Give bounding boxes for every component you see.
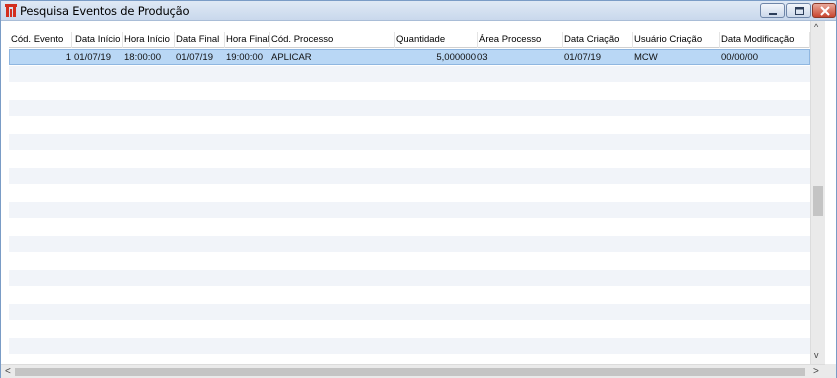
title-bar[interactable]: Pesquisa Eventos de Produção	[1, 1, 836, 21]
cell-data-criacao: 01/07/19	[564, 52, 601, 63]
cell-hora-final: 19:00:00	[226, 52, 263, 63]
scroll-right-icon[interactable]: >	[813, 365, 819, 378]
grid-header: Cód. Evento Data Início Hora Início Data…	[9, 32, 810, 48]
cell-area-processo: 03	[477, 52, 488, 63]
scroll-left-icon[interactable]: <	[5, 365, 11, 378]
column-header-data-modificacao[interactable]: Data Modificação	[719, 32, 810, 48]
minimize-button[interactable]	[760, 3, 785, 18]
empty-row	[9, 66, 810, 82]
column-header-data-inicio[interactable]: Data Início	[73, 32, 123, 48]
maximize-button[interactable]	[786, 3, 811, 18]
app-icon	[5, 4, 17, 17]
empty-row	[9, 202, 810, 218]
column-header-area-processo[interactable]: Área Processo	[477, 32, 563, 48]
vertical-scroll-thumb[interactable]	[813, 186, 823, 216]
minimize-icon	[769, 13, 777, 15]
cell-usuario-criacao: MCW	[634, 52, 658, 63]
column-header-cod-evento[interactable]: Cód. Evento	[9, 32, 72, 48]
column-header-hora-inicio[interactable]: Hora Início	[122, 32, 175, 48]
empty-row	[9, 236, 810, 252]
horizontal-scroll-thumb[interactable]	[15, 368, 805, 376]
cell-data-final: 01/07/19	[176, 52, 213, 63]
scroll-down-icon[interactable]: v	[814, 350, 819, 360]
empty-row	[9, 168, 810, 184]
vertical-scrollbar[interactable]: ^ v	[810, 21, 825, 364]
events-grid[interactable]: Cód. Evento Data Início Hora Início Data…	[9, 32, 810, 364]
empty-row	[9, 304, 810, 320]
empty-row	[9, 83, 810, 99]
close-icon	[820, 6, 830, 16]
maximize-icon	[795, 7, 804, 15]
cell-data-inicio: 01/07/19	[74, 52, 111, 63]
column-header-usuario-criacao[interactable]: Usuário Criação	[632, 32, 720, 48]
empty-row	[9, 134, 810, 150]
column-header-quantidade[interactable]: Quantidade	[394, 32, 478, 48]
cell-hora-inicio: 18:00:00	[124, 52, 161, 63]
empty-row	[9, 287, 810, 303]
resize-grip-icon[interactable]	[825, 364, 836, 378]
column-header-cod-processo[interactable]: Cód. Processo	[269, 32, 395, 48]
empty-row	[9, 219, 810, 235]
cell-data-modificacao: 00/00/00	[721, 52, 758, 63]
window: Pesquisa Eventos de Produção Cód. Evento…	[0, 0, 837, 378]
empty-row	[9, 100, 810, 116]
empty-row	[9, 321, 810, 337]
column-header-hora-final[interactable]: Hora Final	[224, 32, 270, 48]
empty-row	[9, 355, 810, 364]
column-header-data-criacao[interactable]: Data Criação	[562, 32, 633, 48]
cell-cod-evento: 1	[65, 52, 71, 63]
empty-row	[9, 117, 810, 133]
close-button[interactable]	[812, 3, 836, 18]
scroll-up-icon[interactable]: ^	[814, 22, 818, 32]
cell-quantidade: 5,000000	[436, 52, 476, 63]
horizontal-scrollbar[interactable]: < >	[1, 364, 836, 378]
window-title: Pesquisa Eventos de Produção	[20, 4, 190, 18]
cell-cod-processo: APLICAR	[271, 52, 312, 63]
table-row[interactable]: 1 01/07/19 18:00:00 01/07/19 19:00:00 AP…	[9, 49, 810, 65]
empty-row	[9, 151, 810, 167]
empty-row	[9, 338, 810, 354]
empty-row	[9, 185, 810, 201]
empty-row	[9, 253, 810, 269]
empty-row	[9, 270, 810, 286]
column-header-data-final[interactable]: Data Final	[174, 32, 225, 48]
